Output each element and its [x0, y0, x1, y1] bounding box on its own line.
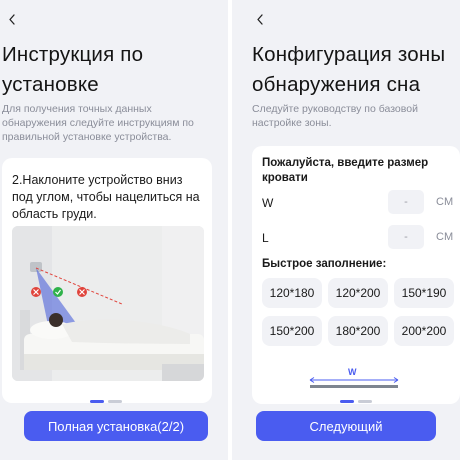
- next-button[interactable]: Следующий: [256, 411, 436, 441]
- page-indicator: [0, 400, 228, 404]
- width-unit: CM: [436, 196, 454, 208]
- page-dot: [108, 400, 122, 403]
- bed-width-diagram: W: [308, 366, 400, 390]
- bed-size-card: Пожалуйста, введите размер кровати W - C…: [252, 146, 460, 404]
- page-dot-active: [340, 400, 354, 403]
- full-installation-button[interactable]: Полная установка(2/2): [24, 411, 208, 441]
- page-dot: [358, 400, 372, 403]
- back-button[interactable]: [4, 10, 24, 30]
- preset-180x200[interactable]: 180*200: [328, 316, 388, 346]
- preset-150x190[interactable]: 150*190: [394, 278, 454, 308]
- length-label: L: [262, 231, 269, 245]
- preset-120x180[interactable]: 120*180: [262, 278, 322, 308]
- back-button[interactable]: [252, 10, 272, 30]
- page-dot-active: [90, 400, 104, 403]
- width-input[interactable]: -: [388, 190, 424, 214]
- page-subtitle: Для получения точных данных обнаружения …: [2, 103, 194, 143]
- chevron-left-icon: [9, 14, 15, 25]
- installation-guide-screen: Инструкция по установке Для получения то…: [0, 0, 228, 460]
- page-title: Конфигурация зоны обнаружения сна: [252, 43, 446, 96]
- page-indicator: [232, 400, 460, 404]
- width-label: W: [262, 196, 274, 210]
- preset-200x200[interactable]: 200*200: [394, 316, 454, 346]
- installation-illustration: [12, 226, 204, 381]
- quick-fill-label: Быстрое заполнение:: [262, 258, 387, 270]
- page-title: Инструкция по установке: [2, 43, 144, 96]
- step-text: 2.Наклоните устройство вниз под углом, ч…: [12, 173, 200, 221]
- chevron-left-icon: [257, 14, 263, 25]
- length-input[interactable]: -: [388, 225, 424, 249]
- preset-120x200[interactable]: 120*200: [328, 278, 388, 308]
- page-subtitle: Следуйте руководству по базовой настройк…: [252, 103, 418, 129]
- bed-size-prompt: Пожалуйста, введите размер кровати: [262, 157, 429, 184]
- sleep-zone-config-screen: Конфигурация зоны обнаружения сна Следуй…: [232, 0, 460, 460]
- length-unit: CM: [436, 231, 454, 243]
- instruction-card: 2.Наклоните устройство вниз под углом, ч…: [2, 158, 212, 403]
- preset-150x200[interactable]: 150*200: [262, 316, 322, 346]
